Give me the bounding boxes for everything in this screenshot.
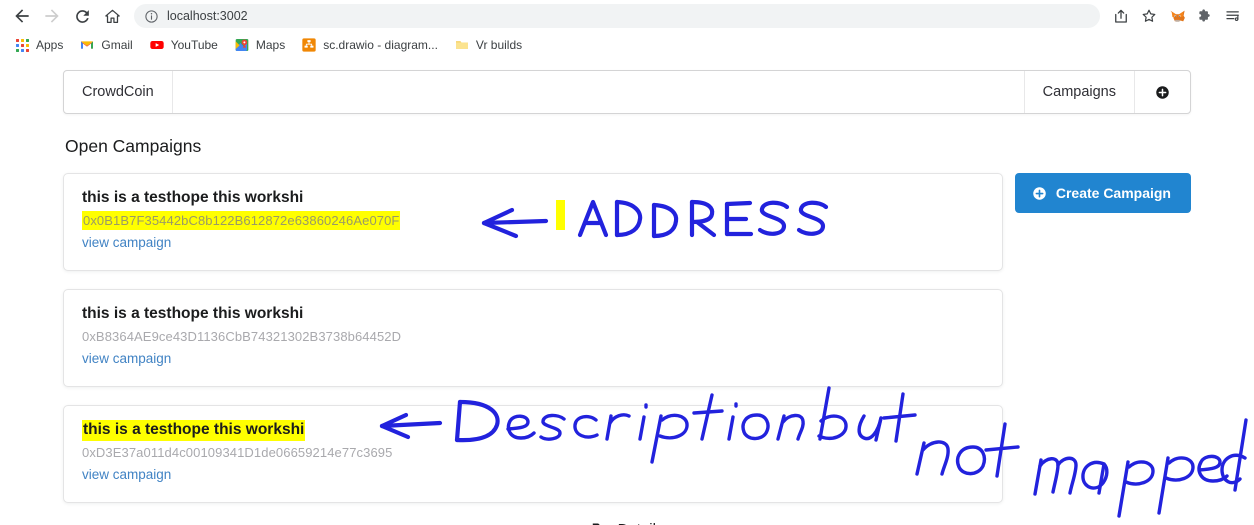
drawio-icon <box>301 37 317 53</box>
details-text: Details <box>618 521 664 525</box>
metamask-extension-icon[interactable] <box>1164 3 1190 29</box>
extensions-puzzle-icon[interactable] <box>1192 3 1218 29</box>
details-label: Details <box>591 521 664 525</box>
menu-spacer <box>173 71 1025 113</box>
bookmark-label: sc.drawio - diagram... <box>323 38 438 52</box>
bookmark-label: YouTube <box>170 38 218 52</box>
google-maps-icon <box>234 37 250 53</box>
page-content: CrowdCoin Campaigns Open Campaigns Creat… <box>63 70 1191 525</box>
reload-icon[interactable] <box>68 2 96 30</box>
view-campaign-link[interactable]: view campaign <box>82 464 171 486</box>
browser-chrome: localhost:3002 Apps Gmail YouTube Maps s… <box>0 0 1254 58</box>
bookmark-vr-builds[interactable]: Vr builds <box>446 34 530 56</box>
home-icon[interactable] <box>98 2 126 30</box>
campaign-title: this is a testhope this workshi <box>82 189 304 206</box>
bookmark-apps[interactable]: Apps <box>6 34 71 56</box>
campaign-card[interactable]: this is a testhope this workshi 0x0B1B7F… <box>63 173 1003 272</box>
details-divider: Details <box>63 521 1191 525</box>
campaign-card[interactable]: this is a testhope this workshi 0xB8364A… <box>63 289 1003 388</box>
view-campaign-link[interactable]: view campaign <box>82 232 171 254</box>
bookmark-label: Maps <box>255 38 286 52</box>
youtube-icon <box>149 37 165 53</box>
bookmarks-bar: Apps Gmail YouTube Maps sc.drawio - diag… <box>0 32 1254 58</box>
chrome-menu-icon[interactable] <box>1220 3 1246 29</box>
folder-icon <box>454 37 470 53</box>
campaign-list: Create Campaign this is a testhope this … <box>63 173 1191 504</box>
page-viewport: CrowdCoin Campaigns Open Campaigns Creat… <box>0 58 1254 525</box>
campaign-address: 0x0B1B7F35442bC8b122B612872e63860246Ae07… <box>82 210 401 231</box>
campaign-title: this is a testhope this workshi <box>82 305 304 323</box>
share-icon[interactable] <box>1108 3 1134 29</box>
forward-icon[interactable] <box>38 2 66 30</box>
plus-circle-icon <box>1032 186 1047 201</box>
brand-crowdcoin[interactable]: CrowdCoin <box>64 71 173 113</box>
info-circle-icon[interactable] <box>144 9 159 24</box>
browser-nav-bar: localhost:3002 <box>0 0 1254 32</box>
campaign-address: 0xB8364AE9ce43D1136CbB74321302B3738b6445… <box>82 328 402 344</box>
bookmark-star-icon[interactable] <box>1136 3 1162 29</box>
page-title: Open Campaigns <box>65 136 202 156</box>
app-menu-bar: CrowdCoin Campaigns <box>63 70 1191 114</box>
view-campaign-link[interactable]: view campaign <box>82 348 171 370</box>
browser-toolbar-right <box>1108 3 1246 29</box>
campaign-card[interactable]: this is a testhope this workshi 0xD3E37a… <box>63 405 1003 504</box>
bookmark-label: Vr builds <box>475 38 523 52</box>
tag-icon <box>591 521 608 525</box>
create-campaign-button[interactable]: Create Campaign <box>1014 173 1191 213</box>
create-campaign-label: Create Campaign <box>1055 185 1171 201</box>
menu-item-add-campaign[interactable] <box>1135 71 1190 113</box>
campaign-address: 0xD3E37a011d4c00109341D1de06659214e77c36… <box>82 444 393 460</box>
bookmark-gmail[interactable]: Gmail <box>71 34 140 56</box>
bookmark-drawio[interactable]: sc.drawio - diagram... <box>293 34 446 56</box>
menu-item-campaigns[interactable]: Campaigns <box>1025 71 1135 113</box>
bookmark-maps[interactable]: Maps <box>226 34 293 56</box>
gmail-icon <box>79 37 95 53</box>
bookmark-youtube[interactable]: YouTube <box>141 34 226 56</box>
apps-grid-icon <box>14 37 30 53</box>
bookmark-label: Apps <box>36 38 64 52</box>
address-bar[interactable]: localhost:3002 <box>134 4 1100 28</box>
url-text: localhost:3002 <box>167 9 248 23</box>
plus-circle-icon <box>1155 85 1170 100</box>
bookmark-label: Gmail <box>101 38 133 52</box>
back-icon[interactable] <box>8 2 36 30</box>
campaign-title: this is a testhope this workshi <box>82 420 306 441</box>
